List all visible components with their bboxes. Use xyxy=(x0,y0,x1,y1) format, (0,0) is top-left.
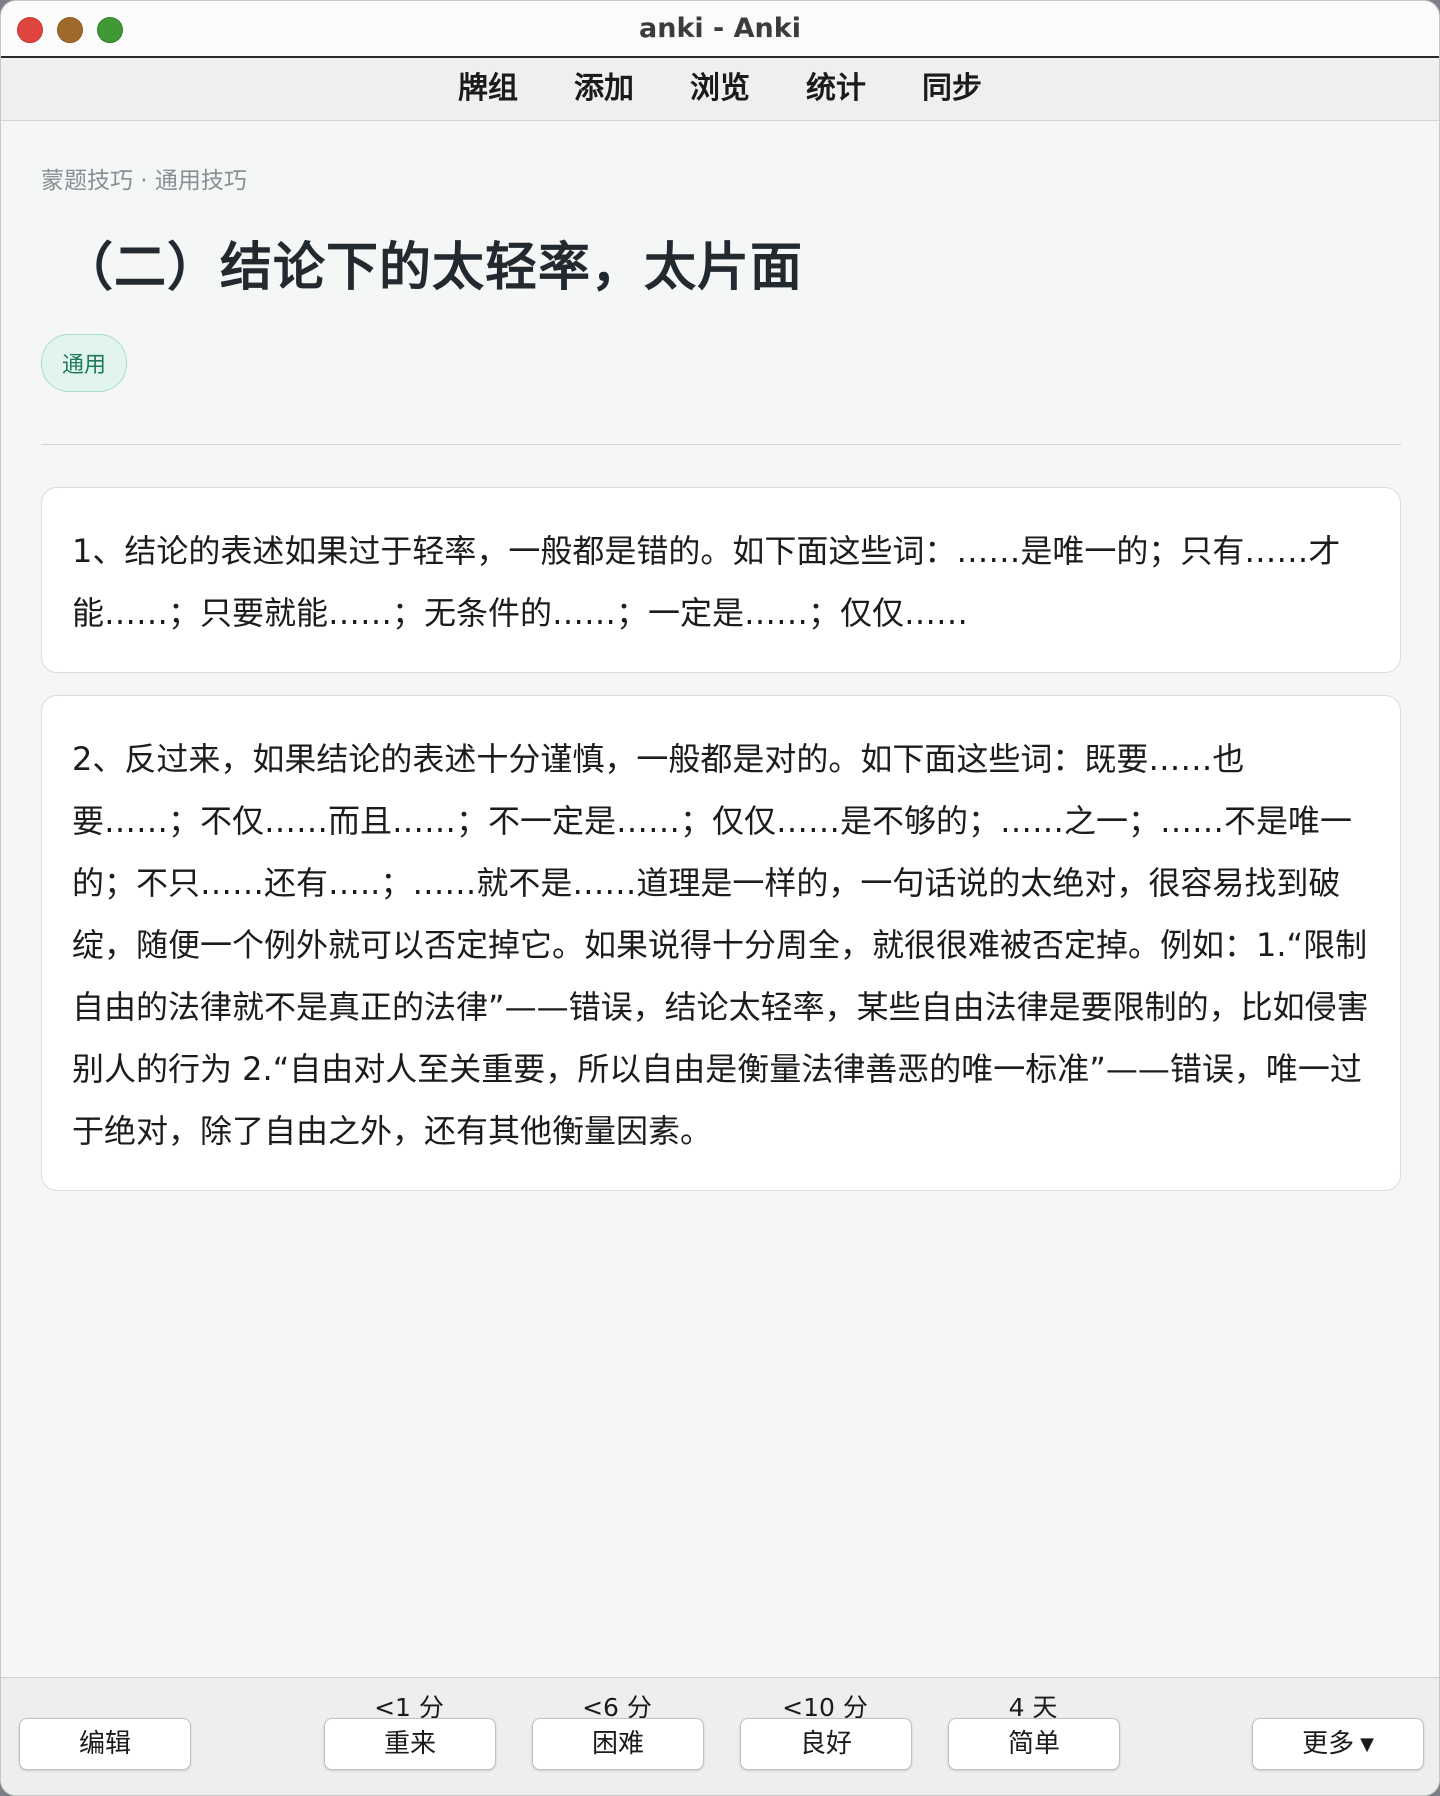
again-button[interactable]: 重来 xyxy=(324,1718,496,1770)
tag-badge: 通用 xyxy=(41,334,128,392)
paragraph-box-1: 1、结论的表述如果过于轻率，一般都是错的。如下面这些词：……是唯一的；只有……才… xyxy=(41,487,1401,673)
hard-button[interactable]: 困难 xyxy=(532,1718,704,1770)
caret-down-icon: ▼ xyxy=(1360,1733,1374,1755)
more-button[interactable]: 更多 ▼ xyxy=(1252,1718,1424,1770)
answer-bar: 编辑 <1 分 重来 <6 分 困难 <10 分 良好 4 天 简单 更多 ▼ xyxy=(1,1677,1439,1795)
card-title: （二）结论下的太轻率，太片面 xyxy=(61,238,804,298)
edit-button[interactable]: 编辑 xyxy=(19,1718,191,1770)
window-title: anki - Anki xyxy=(639,13,801,44)
easy-button[interactable]: 简单 xyxy=(948,1718,1120,1770)
more-label: 更多 xyxy=(1302,1729,1355,1759)
toplink-add[interactable]: 添加 xyxy=(546,59,662,119)
toplink-stats[interactable]: 统计 xyxy=(778,59,894,119)
title-bar: anki - Anki xyxy=(1,1,1439,58)
toplink-decks[interactable]: 牌组 xyxy=(430,59,546,119)
breadcrumb: 蒙题技巧 · 通用技巧 xyxy=(41,168,247,194)
toplink-sync[interactable]: 同步 xyxy=(894,59,1010,119)
anki-window: anki - Anki 牌组 添加 浏览 统计 同步 蒙题技巧 · 通用技巧 （… xyxy=(0,0,1440,1796)
card-content: 蒙题技巧 · 通用技巧 （二）结论下的太轻率，太片面 通用 1、结论的表述如果过… xyxy=(41,161,1401,1191)
divider xyxy=(41,444,1401,445)
top-toolbar: 牌组 添加 浏览 统计 同步 xyxy=(1,58,1439,121)
toplink-browse[interactable]: 浏览 xyxy=(662,59,778,119)
good-button[interactable]: 良好 xyxy=(740,1718,912,1770)
paragraph-box-2: 2、反过来，如果结论的表述十分谨慎，一般都是对的。如下面这些词：既要……也要……… xyxy=(41,695,1401,1191)
